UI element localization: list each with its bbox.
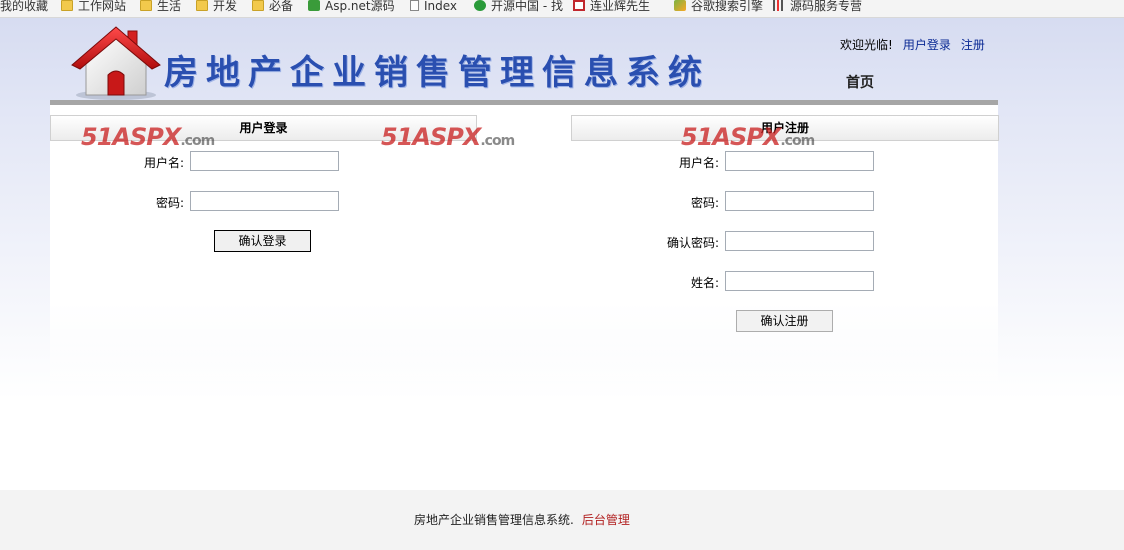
register-confirm-password-label: 确认密码: (666, 236, 719, 250)
google-icon (674, 0, 686, 11)
footer-text-wrap: 房地产企业销售管理信息系统. 后台管理 (414, 511, 630, 528)
bookmark-label: 连业辉先生 (590, 0, 651, 13)
watermark-logo: 51ASPX.com (81, 123, 215, 151)
redbox-icon (573, 0, 585, 11)
bookmark-work-sites[interactable]: 工作网站 (61, 0, 126, 16)
watermark-main: 51ASPX (81, 123, 181, 151)
register-name-input[interactable] (725, 271, 874, 291)
bookmarks-bar: 我的收藏 工作网站 生活 开发 必备 Asp.net源码 Index 开源中国 … (0, 0, 1124, 18)
register-password-label: 密码: (690, 196, 719, 210)
folder-icon (140, 0, 152, 11)
csharp-icon (308, 0, 320, 11)
bookmark-label: 我的收藏 (0, 0, 49, 13)
watermark-logo: 51ASPX.com (381, 123, 515, 151)
bookmark-essentials[interactable]: 必备 (252, 0, 293, 16)
welcome-text: 欢迎光临! (840, 38, 893, 52)
bookmark-source-service[interactable]: 源码服务专营 (773, 0, 862, 16)
login-username-input[interactable] (190, 151, 339, 171)
watermark-logo: 51ASPX.com (681, 123, 815, 151)
confirm-login-button[interactable]: 确认登录 (214, 230, 311, 252)
site-title: 房地产企业销售管理信息系统 (164, 53, 710, 93)
main-content: 用户登录 用户名: 密码: 确认登录 用户注册 用户名: 密码: 确认密码: 姓… (50, 105, 999, 387)
bookmark-oschina[interactable]: 开源中国 - 找 (474, 0, 563, 16)
register-confirm-password-input[interactable] (725, 231, 874, 251)
bookmark-label: 必备 (269, 0, 294, 13)
site-footer: 房地产企业销售管理信息系统. 后台管理 (0, 490, 1124, 550)
bookmark-label: 工作网站 (78, 0, 127, 13)
bookmark-life[interactable]: 生活 (140, 0, 181, 16)
bookmark-label: 开发 (213, 0, 238, 13)
register-link[interactable]: 注册 (961, 38, 985, 52)
folder-icon (252, 0, 264, 11)
footer-site-name: 房地产企业销售管理信息系统. (414, 513, 574, 527)
bookmark-label: 生活 (157, 0, 182, 13)
watermark-main: 51ASPX (681, 123, 781, 151)
register-username-input[interactable] (725, 151, 874, 171)
bookmark-favorites[interactable]: 我的收藏 (0, 0, 48, 16)
register-password-input[interactable] (725, 191, 874, 211)
bookmark-index[interactable]: Index (410, 0, 457, 16)
house-logo-icon (71, 26, 161, 100)
watermark-main: 51ASPX (381, 123, 481, 151)
bookmark-label: Index (424, 0, 458, 13)
bookmark-aspnet-source[interactable]: Asp.net源码 (308, 0, 395, 16)
login-username-label: 用户名: (143, 156, 184, 170)
watermark-suffix: .com (180, 133, 215, 149)
bookmark-google-search[interactable]: 谷歌搜索引擎 (674, 0, 763, 16)
oschina-icon (474, 0, 486, 11)
bookmark-lian-yehui[interactable]: 连业辉先生 (573, 0, 650, 16)
bookmark-dev[interactable]: 开发 (196, 0, 237, 16)
login-password-input[interactable] (190, 191, 339, 211)
nav-home[interactable]: 首页 (846, 72, 874, 92)
watermark-suffix: .com (780, 133, 815, 149)
admin-link[interactable]: 后台管理 (582, 513, 630, 527)
bookmark-label: 谷歌搜索引擎 (691, 0, 764, 13)
bookmark-label: 源码服务专营 (790, 0, 863, 13)
welcome-area: 欢迎光临! 用户登录 注册 (840, 36, 985, 53)
watermark-suffix: .com (480, 133, 515, 149)
site-header: 房地产企业销售管理信息系统 欢迎光临! 用户登录 注册 首页 (50, 19, 998, 101)
register-username-label: 用户名: (678, 156, 719, 170)
register-name-label: 姓名: (690, 276, 719, 290)
bookmark-label: Asp.net源码 (325, 0, 395, 13)
folder-icon (196, 0, 208, 11)
login-password-label: 密码: (155, 196, 184, 210)
confirm-register-button[interactable]: 确认注册 (736, 310, 833, 332)
folder-icon (61, 0, 73, 11)
bars-icon (773, 0, 785, 11)
page-icon (410, 0, 419, 11)
login-link[interactable]: 用户登录 (903, 38, 951, 52)
bookmark-label: 开源中国 - 找 (491, 0, 563, 13)
